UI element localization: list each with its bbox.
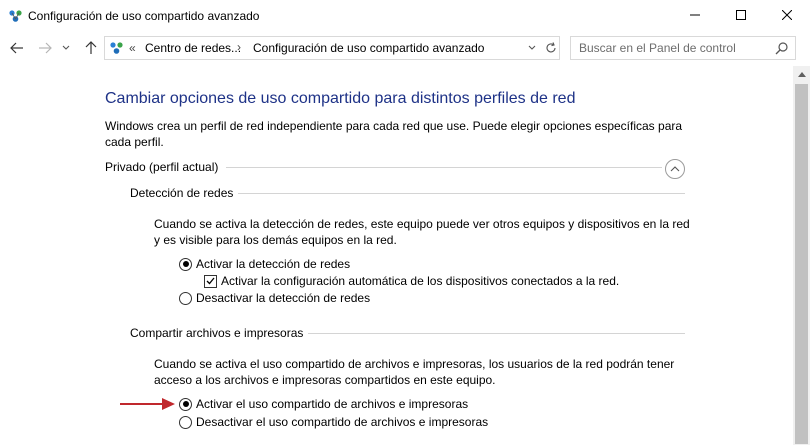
chevron-up-icon [670,166,680,172]
refresh-icon [546,42,556,53]
page-title: Cambiar opciones de uso compartido para … [105,90,576,107]
radio-button[interactable] [179,291,192,305]
radio-network-discovery-on[interactable]: Activar la detección de redes [179,256,350,272]
radio-network-discovery-off-label[interactable]: Desactivar la detección de redes [196,291,370,305]
scroll-up-button[interactable] [793,66,810,83]
up-button[interactable] [82,39,100,57]
network-center-icon [9,10,22,22]
checkbox-auto-setup-label[interactable]: Activar la configuración automática de l… [221,274,619,288]
checkbox-checked[interactable] [204,274,217,288]
checkmark-icon [206,277,215,285]
recent-locations-button[interactable] [60,39,72,57]
minimize-button[interactable] [672,0,718,30]
radio-file-sharing-off-label[interactable]: Desactivar el uso compartido de archivos… [196,415,488,429]
caret-up-icon [797,72,806,77]
breadcrumb-separator[interactable]: › [237,40,241,54]
profile-label: Privado (perfil actual) [105,160,219,174]
radio-button-selected[interactable] [179,397,192,411]
arrow-left-icon [10,42,23,54]
address-bar[interactable]: « Centro de redes... › Configuración de … [104,36,560,60]
profile-divider [226,167,662,168]
title-bar: Configuración de uso compartido avanzado [0,0,810,32]
network-discovery-divider [238,193,685,194]
radio-button-selected[interactable] [179,257,192,271]
file-sharing-divider [308,333,685,334]
radio-network-discovery-off[interactable]: Desactivar la detección de redes [179,290,370,306]
network-discovery-description-line2: y es visible para los demás equipos en l… [154,233,397,247]
address-dropdown-button[interactable] [525,40,539,56]
chevron-down-icon [62,45,70,50]
network-discovery-title: Detección de redes [130,186,234,200]
forward-button[interactable] [36,39,54,57]
arrow-right-icon [39,42,52,54]
address-overflow[interactable]: « [129,41,136,55]
arrow-up-icon [85,41,97,54]
file-sharing-title: Compartir archivos e impresoras [130,326,304,340]
vertical-scrollbar[interactable] [793,66,810,445]
search-box[interactable]: Buscar en el Panel de control [570,36,796,60]
network-center-icon [110,42,123,54]
annotation-arrow-icon [120,398,175,410]
collapse-profile-button[interactable] [665,159,685,179]
file-sharing-description-line1: Cuando se activa el uso compartido de ar… [154,357,675,371]
close-button[interactable] [764,0,810,30]
back-button[interactable] [8,39,26,57]
maximize-button[interactable] [718,0,764,30]
minimize-icon [690,14,700,16]
window-title: Configuración de uso compartido avanzado [28,9,260,23]
search-placeholder[interactable]: Buscar en el Panel de control [579,41,736,55]
network-discovery-description-line1: Cuando se activa la detección de redes, … [154,217,690,231]
radio-file-sharing-on[interactable]: Activar el uso compartido de archivos e … [179,396,468,412]
radio-network-discovery-on-label[interactable]: Activar la detección de redes [196,257,350,271]
page-description: Windows crea un perfil de red independie… [105,119,683,149]
scrollbar-thumb[interactable] [795,84,808,444]
checkbox-auto-setup[interactable]: Activar la configuración automática de l… [204,273,619,289]
maximize-icon [736,10,746,20]
file-sharing-description-line2: acceso a los archivos e impresoras compa… [154,373,496,387]
close-icon [782,10,792,20]
radio-file-sharing-on-label[interactable]: Activar el uso compartido de archivos e … [196,397,468,411]
chevron-down-icon [528,45,536,50]
radio-button[interactable] [179,415,192,429]
breadcrumb-advanced-sharing[interactable]: Configuración de uso compartido avanzado [253,41,484,55]
radio-file-sharing-off[interactable]: Desactivar el uso compartido de archivos… [179,414,488,430]
refresh-button[interactable] [543,40,559,56]
breadcrumb-network-center[interactable]: Centro de redes... [145,41,241,55]
search-icon[interactable] [775,41,789,55]
